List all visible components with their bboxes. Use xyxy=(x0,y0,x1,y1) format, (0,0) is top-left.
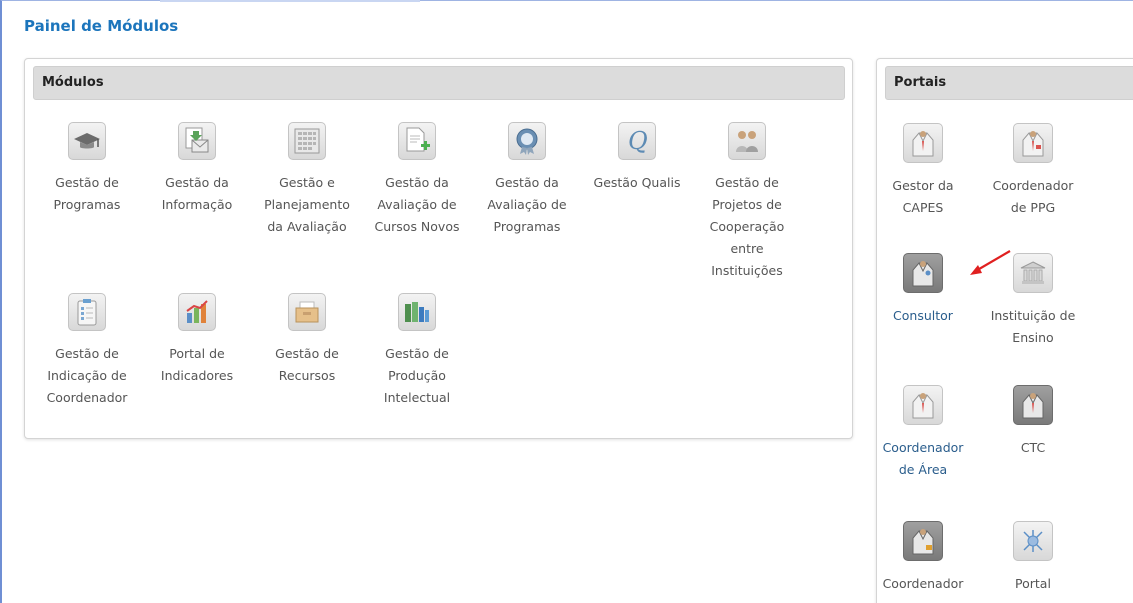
portal-consultor[interactable]: Consultor xyxy=(873,253,973,327)
institution-building-icon xyxy=(1013,253,1053,293)
qualis-q-icon: Q xyxy=(618,122,656,160)
module-gestao-producao-intelectual[interactable]: Gestão de Produção Intelectual xyxy=(367,293,467,409)
clipboard-list-icon xyxy=(68,293,106,331)
books-icon xyxy=(398,293,436,331)
module-gestao-qualis[interactable]: Q Gestão Qualis xyxy=(587,122,687,194)
module-portal-de-indicadores[interactable]: Portal de Indicadores xyxy=(147,293,247,387)
portais-header: Portais xyxy=(885,66,1133,100)
folder-box-icon xyxy=(288,293,326,331)
module-label: Gestão de Projetos de Cooperação entre I… xyxy=(709,175,785,278)
module-label: Gestão de Indicação de Coordenador xyxy=(46,346,128,405)
top-accent xyxy=(160,0,420,2)
module-gestao-projetos-cooperacao[interactable]: Gestão de Projetos de Cooperação entre I… xyxy=(697,122,797,282)
module-gestao-de-programas[interactable]: Gestão de Programas xyxy=(37,122,137,216)
module-label: Gestão de Produção Intelectual xyxy=(383,346,451,405)
module-label: Gestão da Informação xyxy=(161,175,233,212)
portal-label: Instituição de Ensino xyxy=(990,308,1076,345)
graduation-cap-icon xyxy=(68,122,106,160)
page-title: Painel de Módulos xyxy=(24,17,179,35)
portal-coordenador-de-area[interactable]: Coordenador de Área xyxy=(873,385,973,481)
portal-label: Gestor da CAPES xyxy=(892,178,954,215)
module-label: Gestão de Recursos xyxy=(275,346,339,383)
chart-indicators-icon xyxy=(178,293,216,331)
document-mail-icon xyxy=(178,122,216,160)
module-label: Gestão e Planejamento da Avaliação xyxy=(264,175,350,234)
portal-label: Consultor xyxy=(893,308,953,323)
module-label: Gestão da Avaliação de Cursos Novos xyxy=(374,175,460,234)
portal-gestor-da-capes[interactable]: Gestor da CAPES xyxy=(873,123,973,219)
portal-label: Coordenador de PPG xyxy=(992,178,1074,215)
people-cooperation-icon xyxy=(728,122,766,160)
portal-ctc[interactable]: CTC xyxy=(983,385,1083,459)
user-coat-icon xyxy=(903,123,943,163)
calendar-grid-icon xyxy=(288,122,326,160)
user-coat-dark-icon xyxy=(1013,385,1053,425)
user-coat-dark-icon xyxy=(903,521,943,561)
user-coat-tie-icon xyxy=(1013,123,1053,163)
module-label: Portal de Indicadores xyxy=(160,346,234,383)
portal-label: CTC xyxy=(1020,440,1046,455)
module-gestao-avaliacao-programas[interactable]: Gestão da Avaliação de Programas xyxy=(477,122,577,238)
portal-label: Coordenador xyxy=(882,576,964,591)
portal-coordenador[interactable]: Coordenador xyxy=(873,521,973,595)
modulos-header: Módulos xyxy=(33,66,845,100)
portal-label: Coordenador de Área xyxy=(882,440,964,477)
module-label: Gestão da Avaliação de Programas xyxy=(487,175,567,234)
module-label: Gestão de Programas xyxy=(53,175,121,212)
module-gestao-de-recursos[interactable]: Gestão de Recursos xyxy=(257,293,357,387)
document-add-icon xyxy=(398,122,436,160)
portais-panel: Portais Gestor da CAPES Coordenador de P… xyxy=(876,58,1133,603)
module-gestao-cursos-novos[interactable]: Gestão da Avaliação de Cursos Novos xyxy=(367,122,467,238)
svg-text:Q: Q xyxy=(628,127,648,155)
user-coat-dark-icon xyxy=(903,253,943,293)
portal-portal[interactable]: Portal xyxy=(983,521,1083,595)
modulos-panel: Módulos Gestão de Programas Gestão da In… xyxy=(24,58,853,439)
annotation-arrow xyxy=(970,250,1011,275)
award-rosette-icon xyxy=(508,122,546,160)
module-gestao-da-informacao[interactable]: Gestão da Informação xyxy=(147,122,247,216)
module-label: Gestão Qualis xyxy=(593,175,681,190)
portal-label: Portal xyxy=(1015,576,1051,591)
module-gestao-e-planejamento[interactable]: Gestão e Planejamento da Avaliação xyxy=(257,122,357,238)
portal-coordenador-de-ppg[interactable]: Coordenador de PPG xyxy=(983,123,1083,219)
module-gestao-indicacao-coordenador[interactable]: Gestão de Indicação de Coordenador xyxy=(37,293,137,409)
globe-network-icon xyxy=(1013,521,1053,561)
user-coat-tie-icon xyxy=(903,385,943,425)
